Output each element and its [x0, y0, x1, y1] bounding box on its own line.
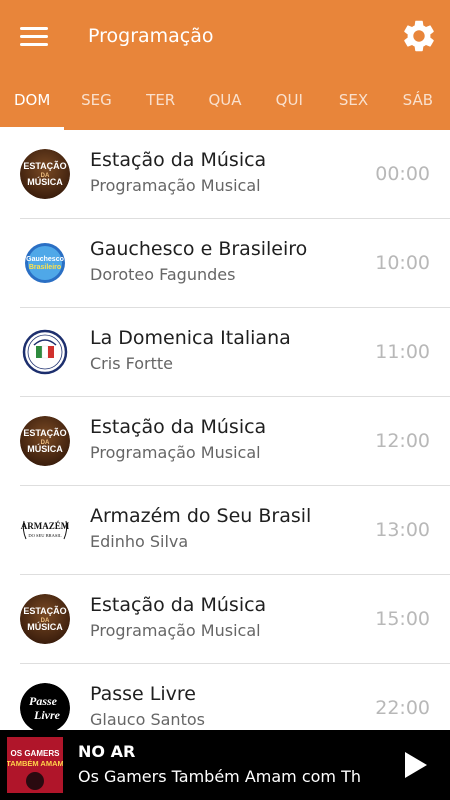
show-title: Gauchesco e Brasileiro	[90, 238, 308, 260]
menu-icon-line	[20, 35, 48, 38]
show-host: Programação Musical	[90, 621, 261, 640]
show-host: Glauco Santos	[90, 710, 205, 729]
logo-text: ESTAÇÃO	[23, 161, 66, 171]
live-label: NO AR	[78, 742, 136, 761]
schedule-list: ESTAÇÃO DA MÚSICA Estação da Música Prog…	[0, 130, 450, 730]
schedule-row[interactable]: ARMAZÉM DO SEU BRASIL Armazém do Seu Bra…	[0, 486, 450, 575]
schedule-row[interactable]: ESTAÇÃO DA MÚSICA Estação da Música Prog…	[0, 397, 450, 486]
menu-icon[interactable]	[20, 24, 48, 48]
estacao-da-musica-logo: ESTAÇÃO DA MÚSICA	[20, 416, 70, 466]
passe-livre-logo: Passe Livre	[20, 683, 70, 730]
show-title: Estação da Música	[90, 594, 267, 616]
show-time: 10:00	[375, 252, 430, 274]
tab-ter[interactable]: TER	[129, 80, 193, 130]
armazem-do-seu-brasil-logo: ARMAZÉM DO SEU BRASIL	[20, 505, 70, 555]
show-time: 22:00	[375, 697, 430, 719]
show-time: 11:00	[375, 341, 430, 363]
schedule-row[interactable]: Gauchesco Brasileiro Gauchesco e Brasile…	[0, 219, 450, 308]
schedule-row[interactable]: La Domenica Italiana Cris Fortte 11:00	[0, 308, 450, 397]
play-icon[interactable]	[400, 750, 430, 780]
logo-text: MÚSICA	[27, 443, 63, 454]
menu-icon-line	[20, 43, 48, 46]
gauchesco-e-brasileiro-logo: Gauchesco Brasileiro	[20, 238, 70, 288]
logo-text: ESTAÇÃO	[23, 428, 66, 438]
day-tabs: DOM SEG TER QUA QUI SEX SÁB	[0, 80, 450, 130]
top-bar: Programação	[0, 0, 450, 72]
app-bar: Programação DOM SEG TER QUA QUI SEX SÁB	[0, 0, 450, 130]
tab-sab[interactable]: SÁB	[386, 80, 450, 130]
logo-text: Livre	[33, 708, 61, 722]
cover-text: OS GAMERS	[11, 749, 61, 758]
show-host: Programação Musical	[90, 176, 261, 195]
show-time: 15:00	[375, 608, 430, 630]
menu-icon-line	[20, 27, 48, 30]
page-title: Programação	[88, 25, 214, 47]
tab-dom[interactable]: DOM	[0, 80, 65, 130]
la-domenica-italiana-logo	[20, 327, 70, 377]
logo-text: DO SEU BRASIL	[28, 533, 62, 538]
cover-text: TAMBÉM AMAM	[7, 759, 63, 768]
logo-text: Gauchesco	[26, 256, 64, 263]
schedule-row[interactable]: ESTAÇÃO DA MÚSICA Estação da Música Prog…	[0, 130, 450, 219]
tab-seg[interactable]: SEG	[64, 80, 128, 130]
show-title: Estação da Música	[90, 149, 267, 171]
show-title: Passe Livre	[90, 683, 196, 705]
tab-qui[interactable]: QUI	[257, 80, 321, 130]
estacao-da-musica-logo: ESTAÇÃO DA MÚSICA	[20, 149, 70, 199]
show-title: La Domenica Italiana	[90, 327, 291, 349]
show-host: Cris Fortte	[90, 354, 174, 373]
logo-text: Brasileiro	[29, 264, 61, 271]
schedule-row[interactable]: Passe Livre Passe Livre Glauco Santos 22…	[0, 664, 450, 730]
tab-qua[interactable]: QUA	[193, 80, 257, 130]
logo-text: Passe	[29, 694, 58, 708]
logo-text: MÚSICA	[27, 621, 63, 632]
now-playing-cover: OS GAMERS TAMBÉM AMAM	[7, 737, 63, 793]
logo-text: ARMAZÉM	[21, 521, 70, 531]
now-playing-title: Os Gamers Também Amam com Th	[78, 767, 362, 786]
show-time: 13:00	[375, 519, 430, 541]
show-time: 00:00	[375, 163, 430, 185]
logo-text: MÚSICA	[27, 176, 63, 187]
show-host: Programação Musical	[90, 443, 261, 462]
logo-text: ESTAÇÃO	[23, 606, 66, 616]
show-host: Doroteo Fagundes	[90, 265, 236, 284]
schedule-row[interactable]: ESTAÇÃO DA MÚSICA Estação da Música Prog…	[0, 575, 450, 664]
estacao-da-musica-logo: ESTAÇÃO DA MÚSICA	[20, 594, 70, 644]
tab-sex[interactable]: SEX	[321, 80, 385, 130]
show-time: 12:00	[375, 430, 430, 452]
gear-icon[interactable]	[400, 17, 438, 55]
show-title: Estação da Música	[90, 416, 267, 438]
show-host: Edinho Silva	[90, 532, 189, 551]
now-playing-bar[interactable]: OS GAMERS TAMBÉM AMAM NO AR Os Gamers Ta…	[0, 730, 450, 800]
show-title: Armazém do Seu Brasil	[90, 505, 312, 527]
